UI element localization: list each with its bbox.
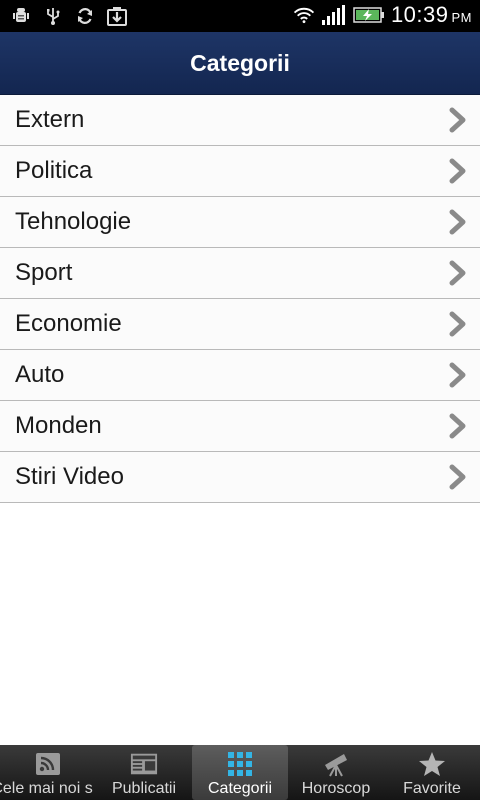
- category-item-extern[interactable]: Extern: [0, 95, 480, 146]
- tab-publicatii[interactable]: Publicatii: [96, 745, 192, 800]
- chevron-right-icon: [448, 362, 468, 388]
- clock: 10:39 PM: [390, 2, 472, 27]
- chevron-right-icon: [448, 311, 468, 337]
- wifi-icon: [293, 4, 315, 26]
- category-item-stiri-video[interactable]: Stiri Video: [0, 452, 480, 503]
- category-list: Extern Politica Tehnologie Sport Economi…: [0, 95, 480, 503]
- tab-cele-mai-noi[interactable]: Cele mai noi s: [0, 745, 96, 800]
- battery-charging-icon: [353, 4, 385, 26]
- grid-icon: [226, 751, 254, 777]
- header-bar: Categorii: [0, 32, 480, 95]
- star-icon: [418, 751, 446, 777]
- tab-favorite[interactable]: Favorite: [384, 745, 480, 800]
- signal-icon: [321, 4, 347, 26]
- tab-horoscop[interactable]: Horoscop: [288, 745, 384, 800]
- category-label: Sport: [15, 259, 73, 286]
- category-item-politica[interactable]: Politica: [0, 146, 480, 197]
- chevron-right-icon: [448, 260, 468, 286]
- tab-label: Categorii: [207, 780, 273, 797]
- system-status: 10:39 PM: [293, 2, 472, 28]
- chevron-right-icon: [448, 107, 468, 133]
- sync-icon: [74, 5, 96, 27]
- category-label: Auto: [15, 361, 65, 388]
- category-label: Stiri Video: [15, 463, 124, 490]
- category-label: Extern: [15, 106, 85, 133]
- category-item-auto[interactable]: Auto: [0, 350, 480, 401]
- category-item-sport[interactable]: Sport: [0, 248, 480, 299]
- category-label: Politica: [15, 157, 93, 184]
- usb-icon: [42, 5, 64, 27]
- tab-categorii[interactable]: Categorii: [192, 745, 288, 800]
- chevron-right-icon: [448, 464, 468, 490]
- newspaper-icon: [130, 751, 158, 777]
- chevron-right-icon: [448, 413, 468, 439]
- category-item-monden[interactable]: Monden: [0, 401, 480, 452]
- chevron-right-icon: [448, 158, 468, 184]
- bottom-tab-bar: Cele mai noi s Publicatii Categorii Horo…: [0, 745, 480, 800]
- category-label: Economie: [15, 310, 122, 337]
- tab-label: Favorite: [403, 780, 461, 797]
- page-title: Categorii: [190, 49, 290, 76]
- android-debug-icon: [10, 5, 32, 27]
- download-icon: [106, 5, 128, 27]
- category-item-economie[interactable]: Economie: [0, 299, 480, 350]
- tab-label: Cele mai noi s: [0, 780, 93, 797]
- rss-icon: [34, 751, 62, 777]
- notification-icons: [10, 5, 128, 27]
- category-label: Monden: [15, 412, 102, 439]
- tab-label: Horoscop: [301, 780, 371, 797]
- chevron-right-icon: [448, 209, 468, 235]
- telescope-icon: [322, 751, 350, 777]
- tab-label: Publicatii: [111, 780, 177, 797]
- category-label: Tehnologie: [15, 208, 132, 235]
- category-item-tehnologie[interactable]: Tehnologie: [0, 197, 480, 248]
- status-bar: 10:39 PM: [0, 0, 480, 32]
